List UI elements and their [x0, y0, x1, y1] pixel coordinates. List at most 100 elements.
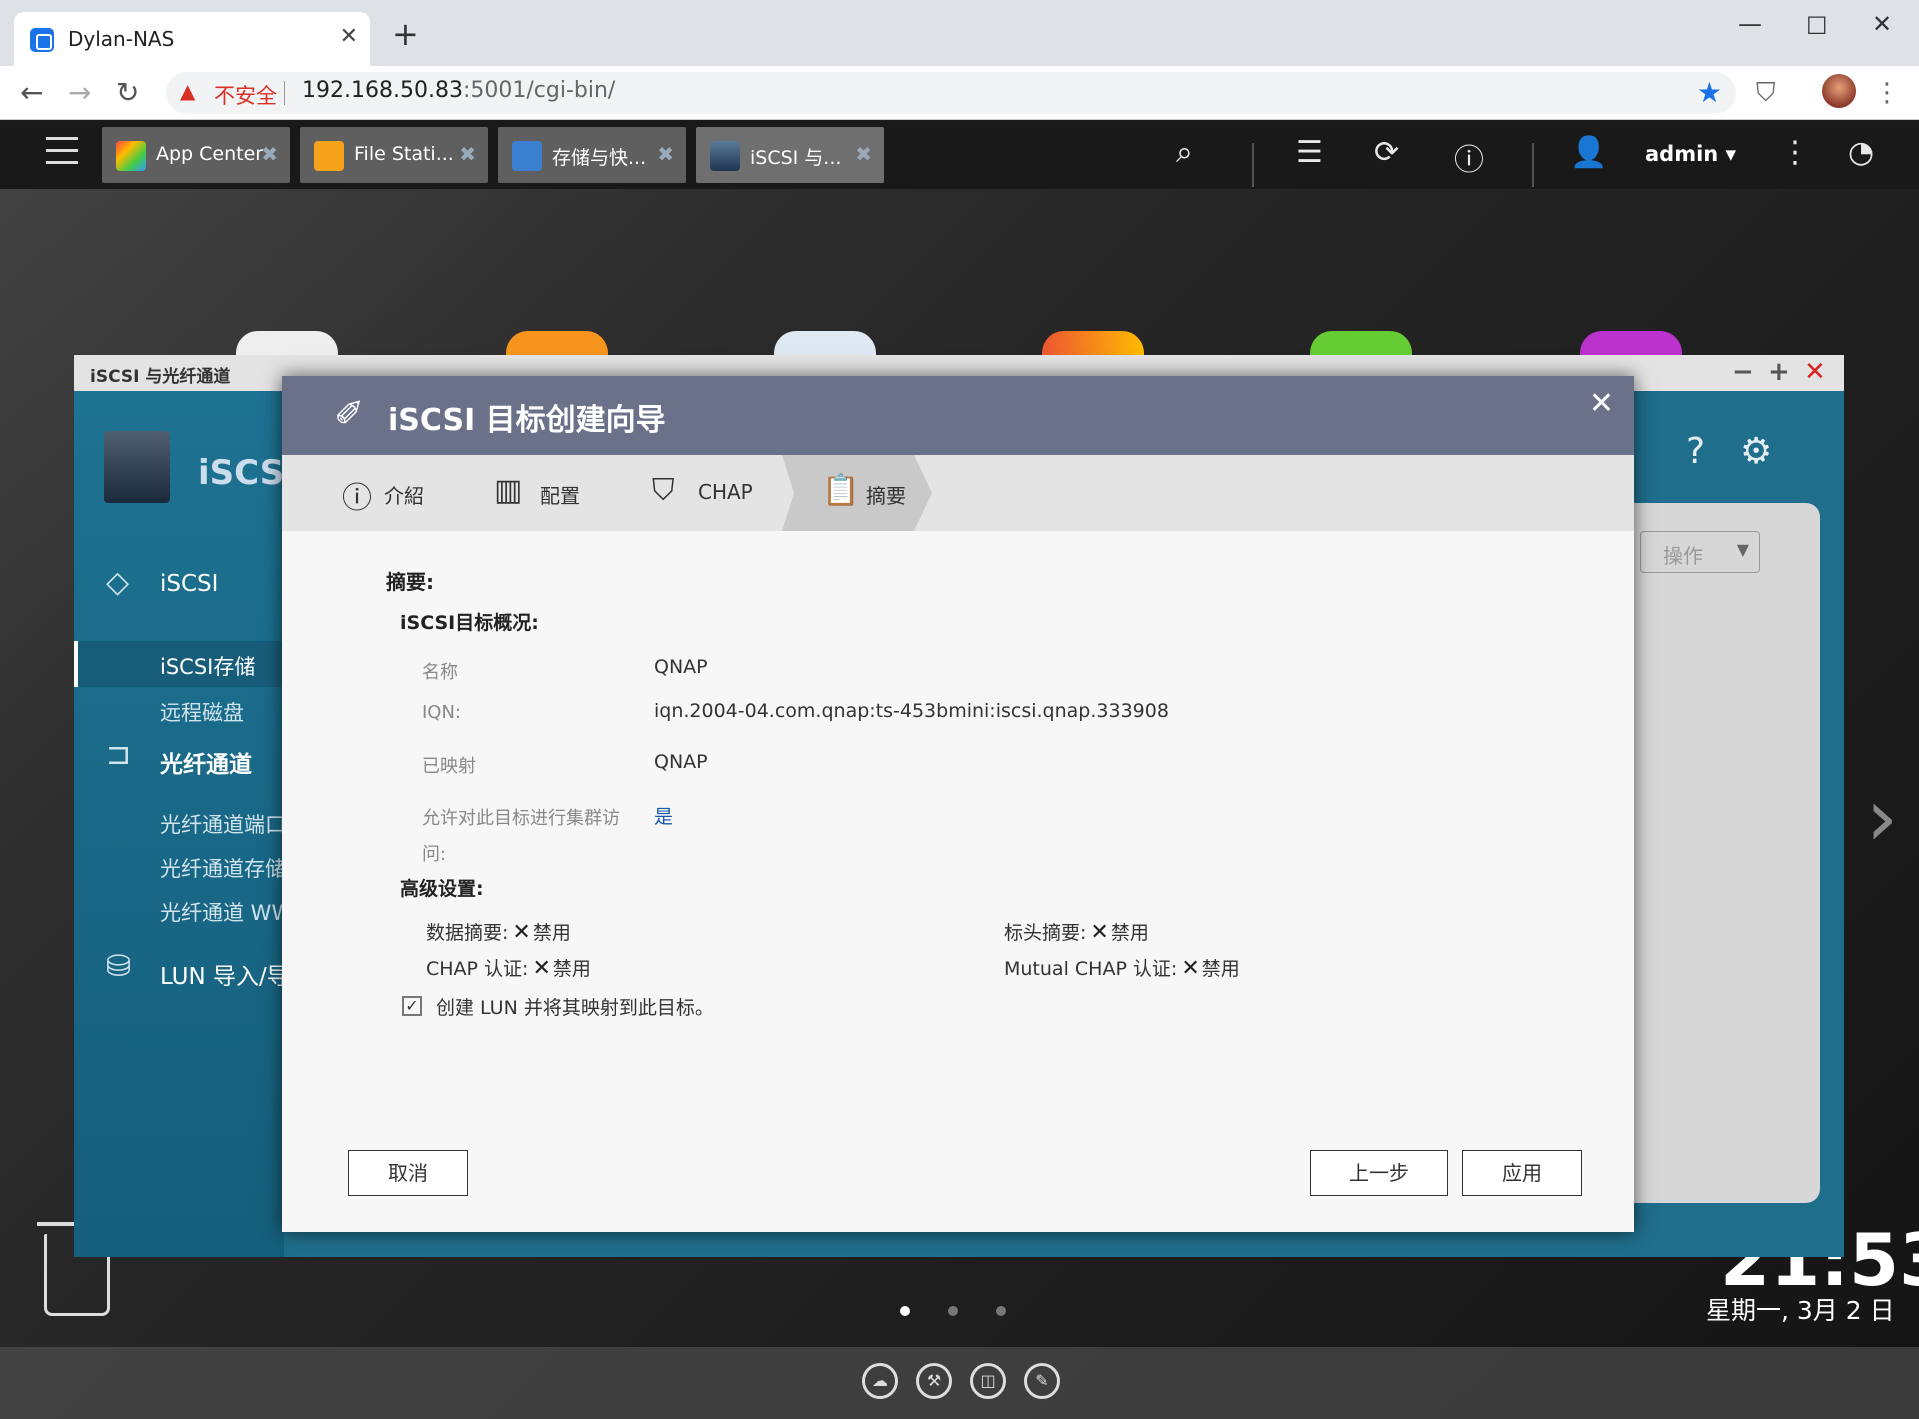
- desktop-date: 星期一, 3月 2 日: [1706, 1296, 1895, 1325]
- taskbar-tab-app-center[interactable]: App Center ✖: [102, 127, 290, 183]
- dock-book-icon[interactable]: ◫: [970, 1363, 1006, 1399]
- browser-tab[interactable]: Dylan-NAS ✕: [14, 12, 370, 66]
- browser-tab-strip: Dylan-NAS ✕ + — ☐ ✕: [0, 0, 1919, 66]
- file-station-icon: [314, 141, 344, 171]
- background-tasks-icon[interactable]: ☰: [1296, 135, 1323, 170]
- sidebar-section-fc[interactable]: 光纤通道: [160, 745, 252, 779]
- header-digest-value: 禁用: [1110, 922, 1149, 944]
- toolbar-divider: [1252, 143, 1254, 187]
- new-tab-button[interactable]: +: [392, 18, 419, 50]
- qts-taskbar: App Center ✖ File Stati... ✖ 存储与快... ✖ i…: [0, 121, 1919, 189]
- main-menu-icon[interactable]: [46, 137, 78, 167]
- cancel-button[interactable]: 取消: [348, 1150, 468, 1196]
- help-icon[interactable]: ?: [1686, 431, 1705, 472]
- more-options-icon[interactable]: ⋮: [1780, 135, 1810, 170]
- disabled-x-icon: ✕: [512, 920, 531, 945]
- cluster-access-label-line1: 允许对此目标进行集群访: [422, 808, 620, 829]
- back-button[interactable]: ←: [20, 76, 43, 109]
- taskbar-tab-file-station[interactable]: File Stati... ✖: [300, 127, 488, 183]
- create-lun-checkbox[interactable]: ✓: [402, 996, 422, 1016]
- sync-icon[interactable]: ⟳: [1374, 135, 1399, 170]
- taskbar-tab-storage[interactable]: 存储与快... ✖: [498, 127, 686, 183]
- dock-cloud-icon[interactable]: ☁: [862, 1363, 898, 1399]
- url-path: :5001/cgi-bin/: [462, 78, 616, 103]
- data-digest-label: 数据摘要:: [426, 922, 509, 944]
- desktop-page-indicator[interactable]: [900, 1301, 1044, 1320]
- chap-auth-label: CHAP 认证:: [426, 958, 529, 980]
- address-bar[interactable]: ▲ 不安全 192.168.50.83:5001/cgi-bin/ ★: [166, 72, 1736, 114]
- shield-check-icon: ⛉: [652, 473, 675, 508]
- mapped-label: 已映射: [422, 756, 476, 777]
- apply-button[interactable]: 应用: [1462, 1150, 1582, 1196]
- url-text: 192.168.50.83:5001/cgi-bin/: [302, 78, 615, 103]
- close-icon[interactable]: ✖: [459, 142, 476, 166]
- extension-shield-icon[interactable]: ⛉: [1756, 78, 1776, 109]
- insecure-label: 不安全: [214, 84, 277, 108]
- close-tab-icon[interactable]: ✕: [340, 24, 358, 49]
- create-lun-label[interactable]: 创建 LUN 并将其映射到此目标。: [436, 993, 714, 1020]
- next-page-arrow-icon[interactable]: ›: [1866, 771, 1898, 864]
- target-overview-heading: iSCSI目标概况:: [400, 612, 539, 634]
- info-icon[interactable]: ⓘ: [1454, 135, 1484, 179]
- dashboard-gauge-icon[interactable]: ◔: [1848, 135, 1874, 170]
- taskbar-tab-iscsi[interactable]: iSCSI 与... ✖: [696, 127, 884, 183]
- search-icon[interactable]: ⌕: [1176, 135, 1193, 170]
- maximize-window-button[interactable]: ☐: [1806, 12, 1828, 40]
- reload-button[interactable]: ↻: [116, 76, 139, 109]
- close-wizard-icon[interactable]: ✕: [1589, 386, 1614, 421]
- app-main-panel: [1634, 503, 1820, 1203]
- maximize-app-icon[interactable]: +: [1768, 357, 1790, 387]
- username: admin: [1645, 142, 1719, 166]
- minimize-app-icon[interactable]: −: [1732, 357, 1754, 387]
- back-button[interactable]: 上一步: [1310, 1150, 1448, 1196]
- iscsi-logo-icon: [104, 431, 170, 503]
- app-window-title: iSCSI 与光纤通道: [90, 367, 231, 387]
- close-app-icon[interactable]: ✕: [1804, 357, 1826, 387]
- wizard-header: ✐ iSCSI 目标创建向导 ✕: [282, 376, 1634, 455]
- mapped-value: QNAP: [654, 751, 708, 773]
- sidebar-section-iscsi[interactable]: iSCSI: [160, 571, 218, 597]
- user-icon[interactable]: 👤: [1570, 135, 1607, 170]
- summary-heading: 摘要:: [386, 570, 434, 594]
- sidebar-item-iscsi-storage[interactable]: iSCSI存储: [160, 651, 255, 681]
- wizard-steps-bar: ⓘ 介紹 ▥ 配置 ⛉ CHAP 📋 摘要: [282, 455, 1634, 531]
- minimize-window-button[interactable]: —: [1738, 10, 1762, 38]
- user-menu[interactable]: admin ▾: [1645, 142, 1736, 166]
- step-label: 摘要: [866, 484, 906, 508]
- step-label: 配置: [540, 484, 580, 508]
- sidebar-item-fc-ports[interactable]: 光纤通道端口: [160, 809, 286, 839]
- data-digest-row: 数据摘要: ✕ 禁用: [426, 918, 571, 945]
- close-icon[interactable]: ✖: [855, 142, 872, 166]
- operations-dropdown[interactable]: 操作 ▼: [1640, 531, 1760, 573]
- page-dot[interactable]: [900, 1306, 910, 1316]
- data-digest-value: 禁用: [532, 922, 571, 944]
- close-window-button[interactable]: ✕: [1872, 10, 1892, 38]
- config-bars-icon: ▥: [494, 473, 523, 508]
- browser-menu-icon[interactable]: ⋮: [1874, 78, 1900, 108]
- info-circle-icon: ⓘ: [342, 481, 372, 516]
- page-dot[interactable]: [996, 1306, 1006, 1316]
- iscsi-section-icon: ◇: [106, 565, 130, 600]
- sidebar-item-remote-disk[interactable]: 远程磁盘: [160, 697, 244, 727]
- sidebar-item-fc-storage[interactable]: 光纤通道存储: [160, 853, 286, 883]
- advanced-settings-heading: 高级设置:: [400, 878, 484, 900]
- bookmark-star-icon[interactable]: ★: [1697, 76, 1722, 109]
- disabled-x-icon: ✕: [532, 956, 551, 981]
- forward-button[interactable]: →: [68, 76, 91, 109]
- close-icon[interactable]: ✖: [657, 142, 674, 166]
- page-dot[interactable]: [948, 1306, 958, 1316]
- mutual-chap-row: Mutual CHAP 认证: ✕ 禁用: [1004, 954, 1240, 981]
- browser-tab-title: Dylan-NAS: [68, 27, 175, 51]
- close-icon[interactable]: ✖: [261, 142, 278, 166]
- name-value: QNAP: [654, 656, 708, 678]
- header-digest-row: 标头摘要: ✕ 禁用: [1004, 918, 1149, 945]
- profile-avatar[interactable]: [1822, 74, 1856, 108]
- settings-gear-icon[interactable]: ⚙: [1740, 431, 1772, 472]
- dock-notes-icon[interactable]: ✎: [1024, 1363, 1060, 1399]
- mutual-chap-label: Mutual CHAP 认证:: [1004, 958, 1178, 980]
- cluster-access-value: 是: [654, 806, 674, 828]
- fibre-channel-icon: ⊐: [106, 737, 132, 772]
- dock-tools-icon[interactable]: ⚒: [916, 1363, 952, 1399]
- chap-auth-value: 禁用: [552, 958, 591, 980]
- chap-auth-row: CHAP 认证: ✕ 禁用: [426, 954, 591, 981]
